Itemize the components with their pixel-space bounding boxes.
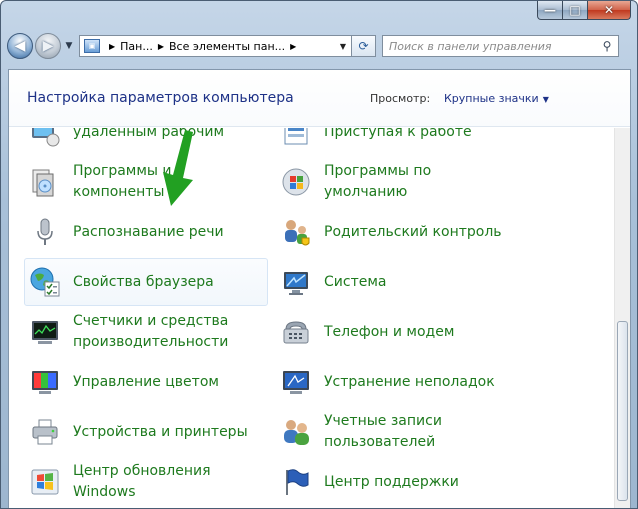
content-header: Настройка параметров компьютера Просмотр…: [9, 70, 630, 127]
chevron-down-icon: ▼: [542, 95, 549, 104]
color-management-icon: [32, 371, 58, 394]
troubleshooting-icon: [283, 371, 309, 394]
item-system[interactable]: Система: [275, 258, 515, 306]
item-label: Устройства и принтеры: [73, 423, 248, 440]
item-label: Центр обновления Windows: [73, 463, 211, 500]
item-remote-desktop[interactable]: удаленным рабочим: [24, 128, 264, 156]
breadcrumb-separator-icon[interactable]: ▶: [158, 42, 164, 51]
item-color-management[interactable]: Управление цветом: [24, 358, 264, 406]
system-icon: [284, 272, 308, 295]
page-title: Настройка параметров компьютера: [27, 90, 294, 106]
internet-options-icon: [30, 267, 60, 297]
item-label: Система: [324, 273, 387, 290]
action-center-icon: [286, 469, 309, 495]
minimize-button[interactable]: —: [537, 1, 563, 20]
item-label: Программы по умолчанию: [324, 163, 432, 200]
view-by-label: Просмотр:: [370, 92, 431, 105]
refresh-icon: ⟳: [358, 39, 369, 53]
item-label: Приступая к работе: [324, 128, 472, 140]
getting-started-icon: [284, 128, 308, 145]
breadcrumb-control-panel[interactable]: Пан...: [120, 40, 153, 53]
breadcrumb-separator-icon[interactable]: ▶: [109, 42, 115, 51]
item-programs-features[interactable]: Программы и компоненты: [24, 158, 264, 206]
navigation-bar: ◀ ▶ ▼ ▣ ▶ Пан... ▶ Все элементы пан... ▶…: [7, 29, 631, 63]
item-internet-options[interactable]: Свойства браузера: [24, 258, 268, 306]
item-label: Устранение неполадок: [324, 373, 495, 390]
item-label: Центр поддержки: [324, 473, 459, 490]
close-button[interactable]: ✕: [588, 1, 631, 20]
item-phone-modem[interactable]: Телефон и модем: [275, 308, 515, 356]
forward-arrow-icon: ▶: [42, 38, 54, 54]
breadcrumb-all-items[interactable]: Все элементы пан...: [169, 40, 285, 53]
green-arrow-annotation-icon: [163, 130, 193, 206]
item-performance[interactable]: Счетчики и средства производительности: [24, 308, 264, 356]
item-default-programs[interactable]: Программы по умолчанию: [275, 158, 515, 206]
item-label: Счетчики и средства производительности: [73, 313, 229, 350]
content-panel: Настройка параметров компьютера Просмотр…: [8, 69, 631, 508]
address-dropdown-icon[interactable]: ▼: [335, 42, 351, 51]
item-troubleshooting[interactable]: Устранение неполадок: [275, 358, 515, 406]
remote-desktop-icon: [32, 128, 60, 147]
search-input[interactable]: Поиск в панели управления: [389, 40, 596, 53]
recent-pages-dropdown[interactable]: ▼: [63, 41, 75, 51]
back-button[interactable]: ◀: [7, 33, 33, 59]
item-label: Управление цветом: [73, 373, 219, 390]
chevron-down-icon: ▼: [65, 41, 73, 51]
forward-button[interactable]: ▶: [35, 33, 61, 59]
item-label: Родительский контроль: [324, 223, 502, 240]
microphone-icon: [37, 218, 53, 245]
control-panel-window: — □ ✕ ◀ ▶ ▼ ▣ ▶ Пан... ▶ Все элементы па…: [0, 0, 638, 509]
phone-modem-icon: [283, 321, 309, 344]
item-speech-recognition[interactable]: Распознавание речи: [24, 208, 264, 256]
item-label: Распознавание речи: [73, 223, 224, 240]
item-action-center[interactable]: Центр поддержки: [275, 458, 515, 506]
programs-features-icon: [32, 169, 54, 197]
back-arrow-icon: ◀: [14, 38, 26, 54]
windows-update-icon: [31, 469, 59, 495]
search-icon[interactable]: ⚲: [596, 39, 618, 53]
view-by-dropdown[interactable]: Крупные значки ▼: [444, 92, 549, 105]
performance-icon: [32, 321, 58, 344]
breadcrumb-separator-icon[interactable]: ▶: [290, 42, 296, 51]
item-label: Свойства браузера: [73, 273, 214, 290]
items-grid: удаленным рабочим Приступая к работе Про…: [9, 128, 621, 508]
view-by-value: Крупные значки: [444, 92, 539, 105]
scrollbar-thumb[interactable]: [617, 321, 628, 501]
user-accounts-icon: [284, 420, 309, 445]
item-label: Телефон и модем: [324, 323, 455, 340]
devices-printers-icon: [32, 419, 58, 445]
address-bar[interactable]: ▣ ▶ Пан... ▶ Все элементы пан... ▶ ▼: [79, 35, 352, 57]
item-label: Учетные записи пользователей: [324, 413, 442, 450]
item-devices-printers[interactable]: Устройства и принтеры: [24, 408, 264, 456]
item-user-accounts[interactable]: Учетные записи пользователей: [275, 408, 515, 456]
parental-control-icon: [285, 220, 310, 246]
item-getting-started[interactable]: Приступая к работе: [275, 128, 515, 156]
vertical-scrollbar[interactable]: [614, 128, 630, 508]
search-box[interactable]: Поиск в панели управления ⚲: [382, 35, 619, 57]
item-windows-update[interactable]: Центр обновления Windows: [24, 458, 264, 506]
refresh-button[interactable]: ⟳: [352, 35, 376, 57]
caption-buttons: — □ ✕: [537, 1, 631, 21]
item-parental-control[interactable]: Родительский контроль: [275, 208, 515, 256]
control-panel-icon: ▣: [84, 39, 100, 53]
maximize-button[interactable]: □: [563, 1, 588, 20]
default-programs-icon: [282, 168, 310, 196]
